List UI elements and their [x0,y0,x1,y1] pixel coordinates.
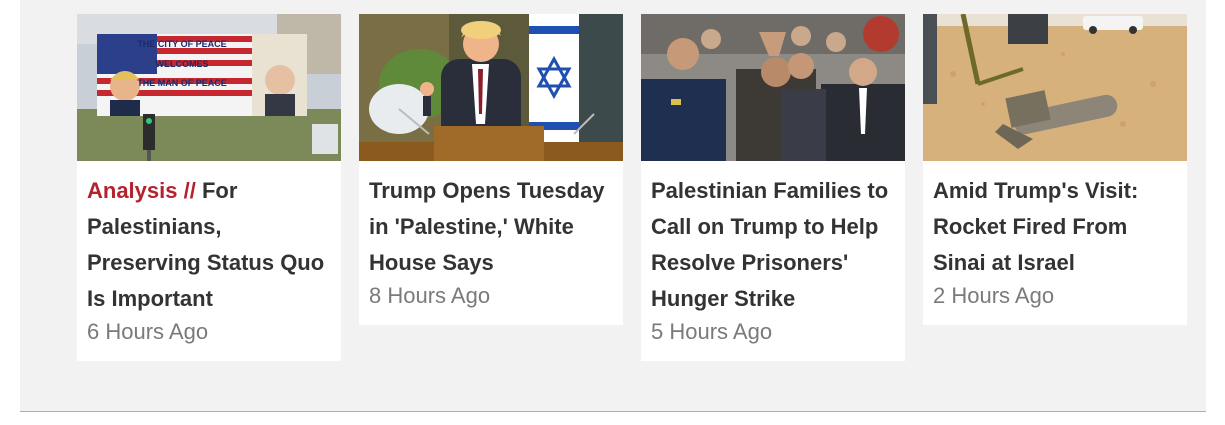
article-headline[interactable]: Trump Opens Tuesday in 'Palestine,' Whit… [369,173,613,281]
article-thumbnail[interactable] [923,14,1187,161]
article-timestamp: 6 Hours Ago [87,319,209,344]
article-timestamp: 8 Hours Ago [369,283,491,308]
article-thumbnail[interactable] [359,14,623,161]
banner-line-2: WELCOMES [156,59,209,69]
article-timestamp: 2 Hours Ago [933,283,1055,308]
rocket-remains-photo [923,14,1187,161]
article-card[interactable]: Trump Opens Tuesday in 'Palestine,' Whit… [359,14,623,325]
article-headline[interactable]: Amid Trump's Visit: Rocket Fired From Si… [933,173,1177,281]
related-articles-strip: THE CITY OF PEACE WELCOMES THE MAN OF PE… [20,0,1206,412]
banner-line-1: THE CITY OF PEACE [137,39,226,49]
article-text: Analysis // For Palestinians, Preserving… [77,161,341,361]
banner-line-3: THE MAN OF PEACE [137,78,227,88]
article-headline[interactable]: Analysis // For Palestinians, Preserving… [87,173,331,317]
prisoner-photo [641,14,905,161]
article-card[interactable]: Palestinian Families to Call on Trump to… [641,14,905,361]
analysis-kicker: Analysis // [87,178,196,203]
article-thumbnail[interactable] [641,14,905,161]
article-text: Palestinian Families to Call on Trump to… [641,161,905,361]
article-card[interactable]: THE CITY OF PEACE WELCOMES THE MAN OF PE… [77,14,341,361]
article-timestamp: 5 Hours Ago [651,319,773,344]
article-text: Amid Trump's Visit: Rocket Fired From Si… [923,161,1187,325]
billboard-photo: THE CITY OF PEACE WELCOMES THE MAN OF PE… [77,14,341,161]
article-card[interactable]: Amid Trump's Visit: Rocket Fired From Si… [923,14,1187,325]
article-headline[interactable]: Palestinian Families to Call on Trump to… [651,173,895,317]
podium-photo [359,14,623,161]
article-thumbnail[interactable]: THE CITY OF PEACE WELCOMES THE MAN OF PE… [77,14,341,161]
article-text: Trump Opens Tuesday in 'Palestine,' Whit… [359,161,623,325]
